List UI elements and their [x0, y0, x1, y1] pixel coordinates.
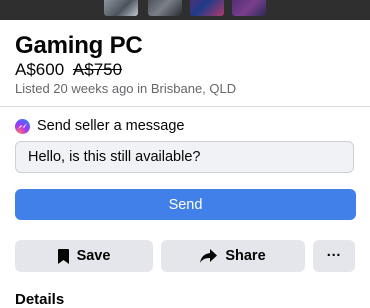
message-header: Send seller a message [15, 118, 185, 134]
current-price: A$600 [15, 60, 65, 79]
share-arrow-icon [200, 249, 218, 263]
listing-meta: Listed 20 weeks ago in Brisbane, QLD [15, 81, 237, 96]
divider [0, 106, 370, 107]
more-icon: ··· [326, 248, 342, 264]
photo-thumbnail[interactable] [190, 0, 224, 16]
share-label: Share [225, 248, 266, 264]
details-heading: Details [15, 291, 65, 308]
save-button[interactable]: Save [15, 240, 153, 272]
send-button[interactable]: Send [15, 189, 356, 220]
listing-title: Gaming PC [15, 32, 143, 59]
bookmark-icon [57, 248, 69, 264]
more-options-button[interactable]: ··· [313, 240, 355, 272]
photo-thumbnail[interactable] [104, 0, 138, 16]
message-input[interactable] [15, 141, 354, 173]
share-button[interactable]: Share [161, 240, 305, 272]
save-label: Save [76, 248, 111, 264]
photo-thumbnail[interactable] [148, 0, 182, 16]
listing-photo-strip[interactable] [0, 0, 370, 20]
original-price: A$750 [72, 60, 123, 79]
price-row: A$600 A$750 [15, 60, 122, 80]
messenger-icon [15, 118, 30, 134]
message-header-label: Send seller a message [37, 118, 185, 134]
photo-thumbnail[interactable] [232, 0, 266, 16]
